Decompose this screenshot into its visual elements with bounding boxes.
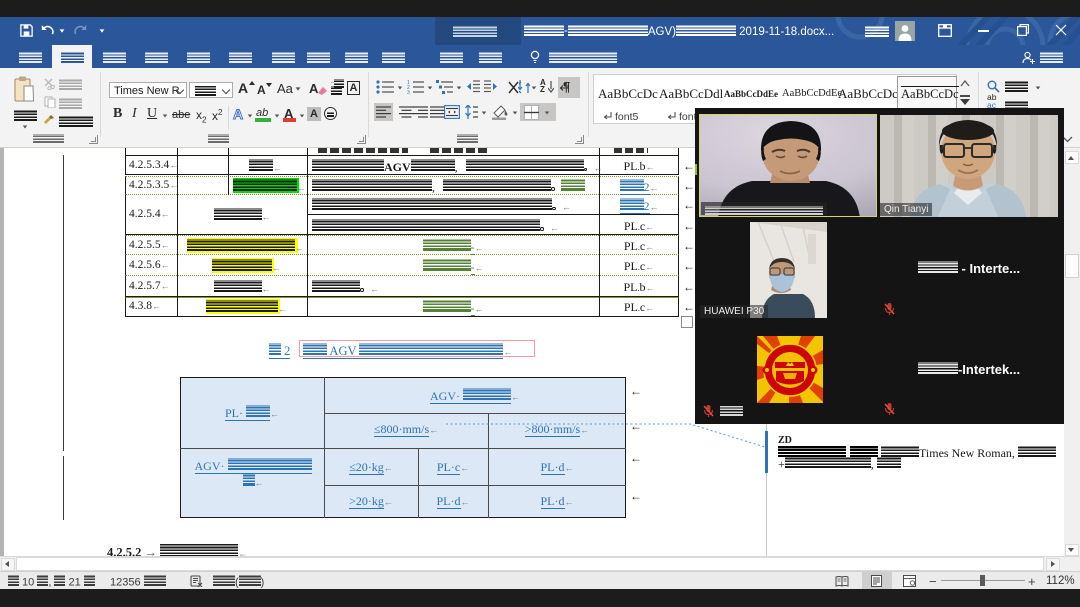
svg-text:3: 3 [407,90,410,94]
